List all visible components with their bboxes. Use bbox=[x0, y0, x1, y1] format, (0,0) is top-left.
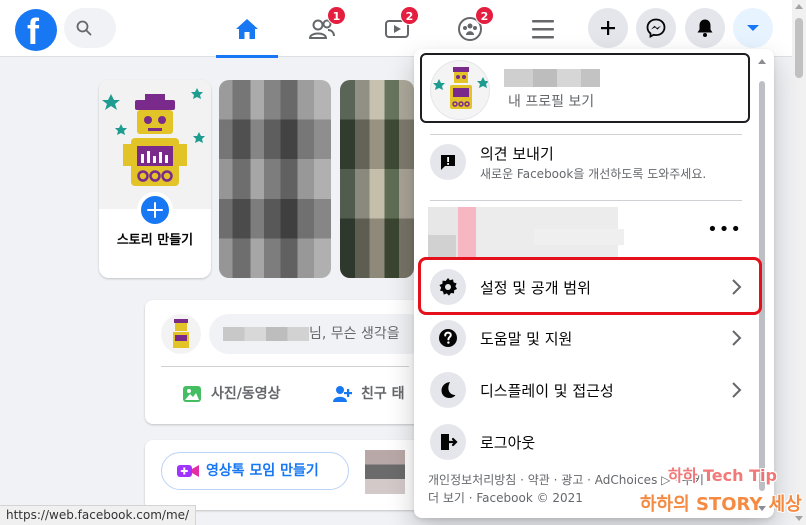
help-support-item[interactable]: 도움말 및 지원 bbox=[422, 312, 750, 364]
caret-down-icon bbox=[747, 25, 759, 31]
display-label: 디스플레이 및 접근성 bbox=[480, 382, 614, 400]
search-button[interactable] bbox=[64, 8, 116, 48]
feedback-subtitle: 새로운 Facebook을 개선하도록 도와주세요. bbox=[480, 167, 707, 181]
page-scrollbar[interactable] bbox=[792, 0, 806, 525]
blurred-story-image-2 bbox=[340, 80, 414, 278]
more-options-icon[interactable]: ••• bbox=[707, 221, 742, 239]
whats-on-your-mind-input[interactable]: 님, 무슨 생각을 bbox=[209, 314, 429, 354]
scroll-up-arrow-icon[interactable] bbox=[795, 4, 803, 9]
plus-icon bbox=[601, 21, 615, 35]
scrollbar-thumb[interactable] bbox=[795, 18, 803, 78]
blurred-user-name bbox=[223, 327, 309, 341]
facebook-logo[interactable]: f bbox=[15, 9, 57, 52]
question-mark-icon bbox=[439, 329, 457, 347]
menu-divider bbox=[430, 200, 742, 201]
give-feedback-item[interactable]: 의견 보내기 새로운 Facebook을 개선하도록 도와주세요. bbox=[422, 131, 750, 193]
tab-home[interactable] bbox=[216, 0, 278, 58]
bell-icon bbox=[697, 19, 713, 37]
groups-notification-badge: 2 bbox=[475, 6, 494, 25]
moon-icon bbox=[441, 382, 456, 398]
search-icon bbox=[76, 20, 92, 36]
photo-video-button[interactable]: 사진/동영상 bbox=[181, 376, 281, 412]
display-icon-circle bbox=[430, 372, 466, 408]
chevron-right-icon bbox=[732, 279, 742, 295]
display-accessibility-item[interactable]: 디스플레이 및 접근성 bbox=[422, 364, 750, 416]
video-camera-icon bbox=[177, 465, 199, 477]
blurred-shortcut-image bbox=[428, 235, 456, 259]
see-profile-label: 내 프로필 보기 bbox=[508, 94, 595, 110]
home-icon bbox=[236, 18, 258, 39]
photo-icon bbox=[183, 386, 201, 402]
composer-avatar bbox=[161, 314, 201, 354]
my-profile-link[interactable]: 내 프로필 보기 bbox=[420, 53, 750, 123]
post-composer-card: 님, 무슨 생각을 사진/동영상 친구 태 bbox=[145, 300, 429, 424]
create-button[interactable] bbox=[588, 8, 628, 48]
watermark-title: 하하 Tech Tip bbox=[668, 466, 777, 485]
robot-avatar-icon bbox=[173, 319, 189, 348]
logout-item[interactable]: 로그아웃 bbox=[422, 416, 750, 468]
logout-label: 로그아웃 bbox=[480, 434, 536, 452]
facebook-logo-letter: f bbox=[27, 11, 39, 52]
feedback-icon-circle bbox=[430, 144, 466, 180]
robot-avatar-illustration bbox=[102, 88, 205, 186]
story-card-2[interactable] bbox=[340, 80, 414, 278]
create-story-card[interactable]: 스토리 만들기 bbox=[99, 80, 211, 278]
account-dropdown-menu: 내 프로필 보기 의견 보내기 새로운 Facebook을 개선하도록 도와주세… bbox=[414, 49, 774, 518]
tag-friends-button[interactable]: 친구 태 bbox=[331, 376, 405, 412]
blurred-shortcut-image bbox=[534, 229, 624, 245]
gear-icon bbox=[439, 278, 457, 296]
photo-video-label: 사진/동영상 bbox=[211, 386, 281, 402]
create-story-label: 스토리 만들기 bbox=[116, 233, 194, 248]
chevron-right-icon bbox=[732, 330, 742, 346]
scroll-down-arrow-icon[interactable] bbox=[795, 516, 803, 521]
messenger-button[interactable] bbox=[636, 8, 676, 48]
hamburger-menu-icon bbox=[532, 19, 554, 38]
tab-friends[interactable]: 1 bbox=[291, 0, 353, 57]
story-card-1[interactable] bbox=[219, 80, 331, 278]
robot-avatar-icon bbox=[433, 67, 489, 109]
tag-friends-label: 친구 태 bbox=[361, 386, 405, 402]
chevron-right-icon bbox=[732, 382, 742, 398]
blurred-story-image bbox=[219, 80, 331, 278]
messenger-icon bbox=[646, 18, 666, 38]
help-label: 도움말 및 지원 bbox=[480, 330, 573, 348]
logout-door-icon bbox=[441, 434, 458, 450]
help-icon-circle bbox=[430, 320, 466, 356]
browser-status-url: https://web.facebook.com/me/ bbox=[0, 505, 197, 525]
composer-placeholder: 님, 무슨 생각을 bbox=[309, 326, 400, 342]
profile-avatar bbox=[430, 60, 490, 120]
friends-notification-badge: 1 bbox=[327, 6, 346, 25]
create-room-button[interactable]: 영상톡 모임 만들기 bbox=[161, 452, 349, 490]
feedback-title: 의견 보내기 bbox=[480, 145, 554, 163]
watermark-subtitle: 하하의 STORY 세상 bbox=[640, 494, 802, 515]
story-profile-image bbox=[99, 80, 211, 209]
logout-icon-circle bbox=[430, 424, 466, 460]
settings-privacy-item[interactable]: 설정 및 공개 범위 bbox=[418, 257, 762, 315]
menu-scroll-up-icon[interactable] bbox=[758, 59, 766, 64]
rooms-card: 영상톡 모임 만들기 bbox=[145, 440, 425, 510]
settings-label: 설정 및 공개 범위 bbox=[480, 279, 591, 297]
tag-people-icon bbox=[333, 386, 352, 402]
account-menu-button[interactable] bbox=[733, 8, 773, 48]
add-story-plus-icon[interactable] bbox=[137, 192, 173, 228]
feedback-icon bbox=[441, 155, 455, 170]
create-room-label: 영상톡 모임 만들기 bbox=[206, 463, 319, 479]
blurred-contact-avatar bbox=[365, 450, 405, 494]
watch-notification-badge: 2 bbox=[400, 6, 419, 25]
blurred-profile-name bbox=[504, 69, 600, 87]
composer-divider bbox=[161, 366, 409, 367]
settings-icon-circle bbox=[430, 269, 466, 305]
notifications-button[interactable] bbox=[685, 8, 725, 48]
